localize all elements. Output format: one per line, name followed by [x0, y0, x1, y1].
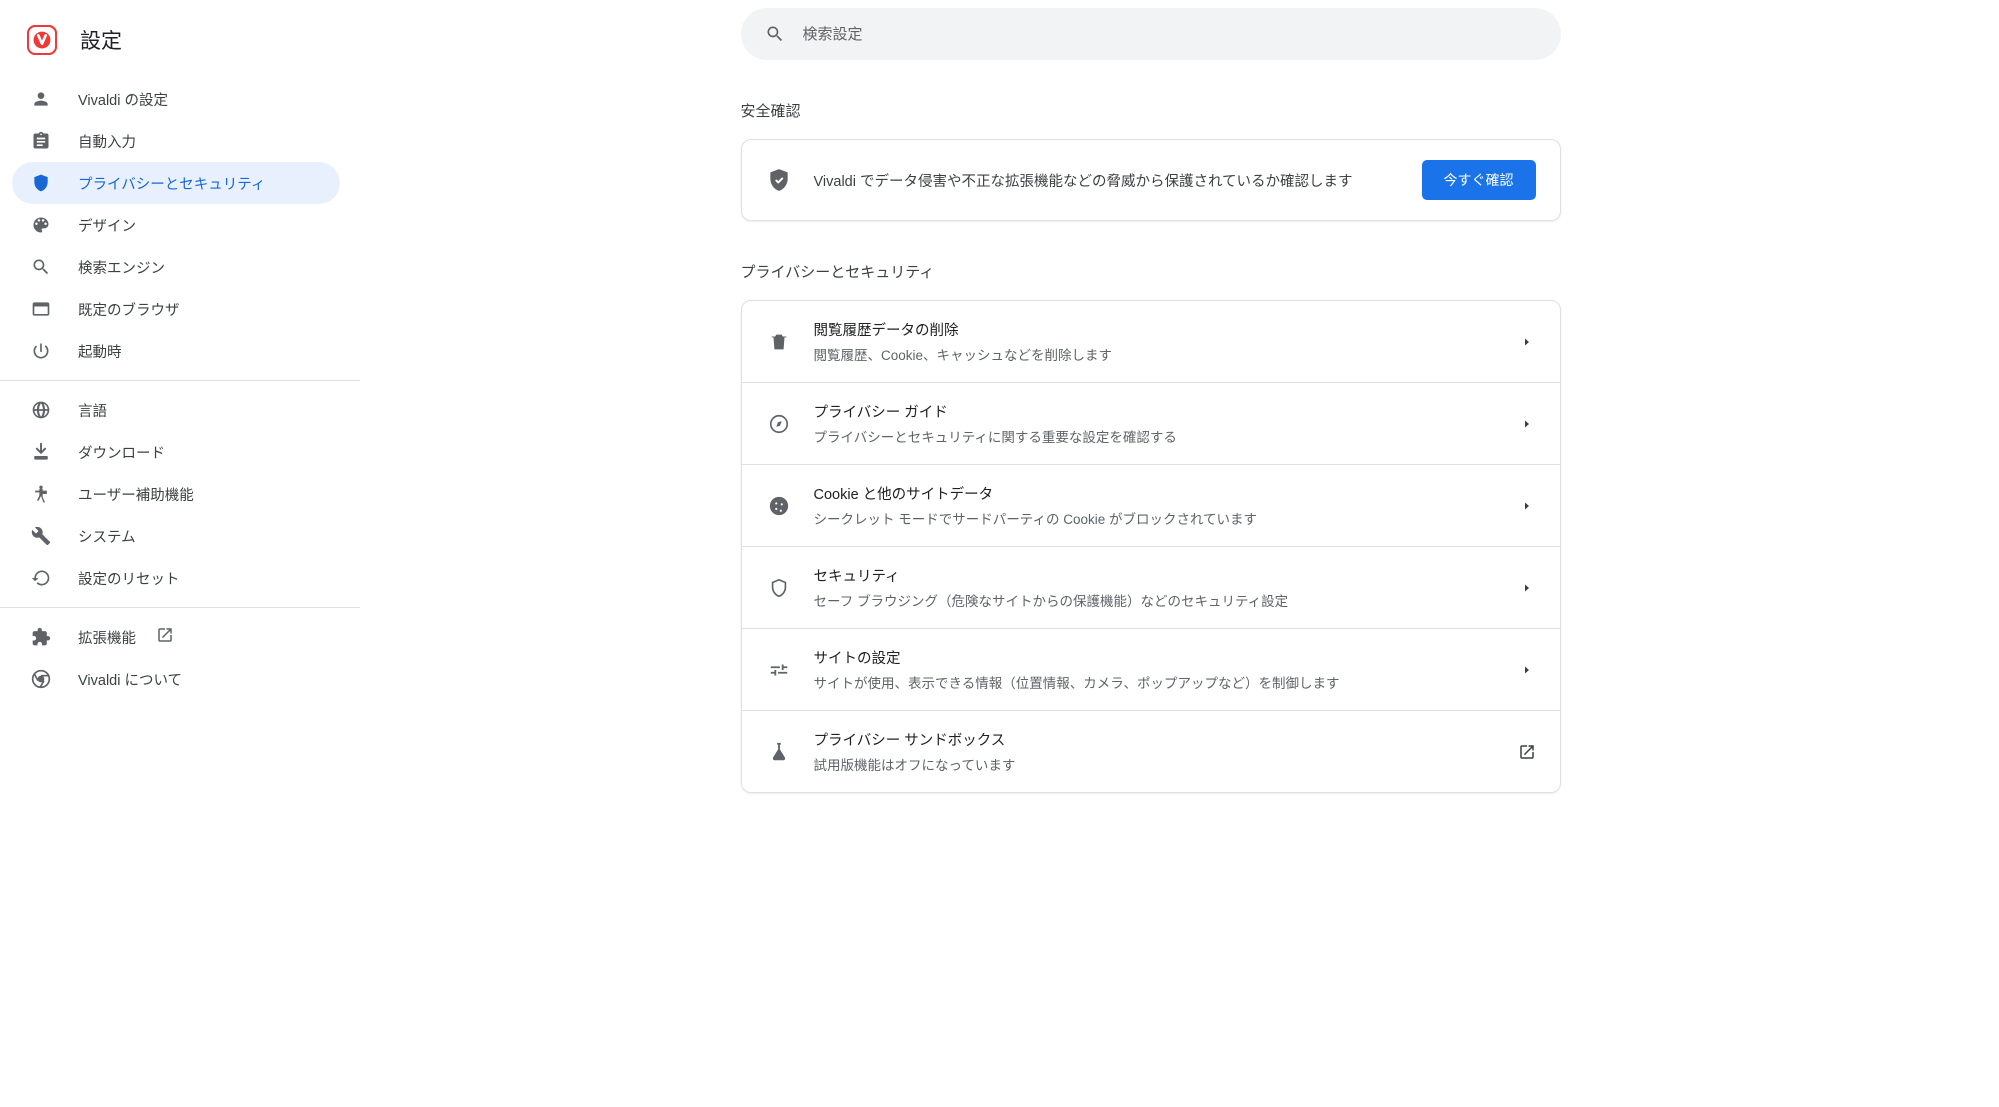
sidebar-item-about-vivaldi[interactable]: Vivaldi について — [0, 658, 340, 700]
row-subtitle: セーフ ブラウジング（危険なサイトからの保護機能）などのセキュリティ設定 — [814, 590, 1496, 610]
row-subtitle: サイトが使用、表示できる情報（位置情報、カメラ、ポップアップなど）を制御します — [814, 672, 1496, 692]
search-icon — [765, 24, 785, 44]
browser-window-icon — [30, 298, 52, 320]
open-in-new-icon — [1518, 743, 1536, 761]
sidebar-item-privacy[interactable]: プライバシーとセキュリティ — [12, 162, 340, 204]
sidebar-item-label: 言語 — [78, 400, 107, 421]
privacy-row-sandbox[interactable]: プライバシー サンドボックス 試用版機能はオフになっています — [742, 710, 1560, 792]
sidebar-item-extensions[interactable]: 拡張機能 — [0, 616, 340, 658]
wrench-icon — [30, 525, 52, 547]
row-title: プライバシー ガイド — [814, 401, 1496, 422]
row-title: 閲覧履歴データの削除 — [814, 319, 1496, 340]
flask-icon — [766, 739, 792, 765]
privacy-row-site-settings[interactable]: サイトの設定 サイトが使用、表示できる情報（位置情報、カメラ、ポップアップなど）… — [742, 628, 1560, 710]
trash-icon — [766, 329, 792, 355]
sidebar-item-default-browser[interactable]: 既定のブラウザ — [0, 288, 340, 330]
check-now-button[interactable]: 今すぐ確認 — [1422, 160, 1536, 200]
search-input[interactable] — [803, 26, 1537, 43]
sidebar-item-label: 起動時 — [78, 341, 122, 362]
search-box[interactable] — [741, 8, 1561, 60]
shield-check-icon — [766, 167, 792, 193]
row-subtitle: シークレット モードでサードパーティの Cookie がブロックされています — [814, 508, 1496, 528]
chevron-right-icon — [1518, 497, 1536, 515]
sidebar-item-label: 自動入力 — [78, 131, 136, 152]
privacy-row-clear-data[interactable]: 閲覧履歴データの削除 閲覧履歴、Cookie、キャッシュなどを削除します — [742, 301, 1560, 382]
chrome-icon — [30, 668, 52, 690]
sidebar-item-label: ユーザー補助機能 — [78, 484, 194, 505]
safety-section-header: 安全確認 — [741, 100, 1561, 121]
tune-icon — [766, 657, 792, 683]
sidebar-item-download[interactable]: ダウンロード — [0, 431, 340, 473]
chevron-right-icon — [1518, 415, 1536, 433]
sidebar-item-label: システム — [78, 526, 136, 547]
safety-description: Vivaldi でデータ侵害や不正な拡張機能などの脅威から保護されているか確認し… — [814, 170, 1400, 191]
row-subtitle: 閲覧履歴、Cookie、キャッシュなどを削除します — [814, 344, 1496, 364]
sidebar-item-vivaldi-settings[interactable]: Vivaldi の設定 — [0, 78, 340, 120]
sidebar-item-reset[interactable]: 設定のリセット — [0, 557, 340, 599]
shield-icon — [30, 172, 52, 194]
sidebar-item-label: 拡張機能 — [78, 627, 136, 648]
sidebar: 設定 Vivaldi の設定 自動入力 プライバシーとセキュリティ デザイン — [0, 0, 360, 1107]
privacy-row-privacy-guide[interactable]: プライバシー ガイド プライバシーとセキュリティに関する重要な設定を確認する — [742, 382, 1560, 464]
cookie-icon — [766, 493, 792, 519]
row-subtitle: プライバシーとセキュリティに関する重要な設定を確認する — [814, 426, 1496, 446]
sidebar-group-footer: 拡張機能 Vivaldi について — [0, 616, 360, 708]
privacy-row-security[interactable]: セキュリティ セーフ ブラウジング（危険なサイトからの保護機能）などのセキュリテ… — [742, 546, 1560, 628]
sidebar-item-accessibility[interactable]: ユーザー補助機能 — [0, 473, 340, 515]
row-title: サイトの設定 — [814, 647, 1496, 668]
safety-section: 安全確認 Vivaldi でデータ侵害や不正な拡張機能などの脅威から保護されてい… — [741, 100, 1561, 221]
open-in-new-icon — [156, 626, 174, 648]
sidebar-group-advanced: 言語 ダウンロード ユーザー補助機能 システム 設定のリセット — [0, 389, 360, 608]
sidebar-item-system[interactable]: システム — [0, 515, 340, 557]
sidebar-header: 設定 — [0, 14, 360, 78]
safety-row: Vivaldi でデータ侵害や不正な拡張機能などの脅威から保護されているか確認し… — [742, 140, 1560, 220]
privacy-section: プライバシーとセキュリティ 閲覧履歴データの削除 閲覧履歴、Cookie、キャッ… — [741, 261, 1561, 793]
sidebar-item-search-engine[interactable]: 検索エンジン — [0, 246, 340, 288]
page-title: 設定 — [80, 25, 122, 55]
sidebar-item-design[interactable]: デザイン — [0, 204, 340, 246]
safety-card: Vivaldi でデータ侵害や不正な拡張機能などの脅威から保護されているか確認し… — [741, 139, 1561, 221]
row-title: セキュリティ — [814, 565, 1496, 586]
person-icon — [30, 88, 52, 110]
sidebar-item-language[interactable]: 言語 — [0, 389, 340, 431]
download-icon — [30, 441, 52, 463]
palette-icon — [30, 214, 52, 236]
globe-icon — [30, 399, 52, 421]
main: 安全確認 Vivaldi でデータ侵害や不正な拡張機能などの脅威から保護されてい… — [360, 0, 1999, 1107]
privacy-section-header: プライバシーとセキュリティ — [741, 261, 1561, 282]
sidebar-item-label: 設定のリセット — [78, 568, 180, 589]
sidebar-item-autofill[interactable]: 自動入力 — [0, 120, 340, 162]
sidebar-item-label: 検索エンジン — [78, 257, 165, 278]
sidebar-item-label: ダウンロード — [78, 442, 165, 463]
accessibility-icon — [30, 483, 52, 505]
sidebar-item-label: 既定のブラウザ — [78, 299, 180, 320]
clipboard-icon — [30, 130, 52, 152]
power-icon — [30, 340, 52, 362]
vivaldi-logo-icon — [26, 24, 58, 56]
chevron-right-icon — [1518, 333, 1536, 351]
chevron-right-icon — [1518, 579, 1536, 597]
sidebar-item-label: プライバシーとセキュリティ — [78, 173, 265, 194]
restore-icon — [30, 567, 52, 589]
search-icon — [30, 256, 52, 278]
row-title: Cookie と他のサイトデータ — [814, 483, 1496, 504]
sidebar-item-label: Vivaldi の設定 — [78, 89, 168, 110]
row-subtitle: 試用版機能はオフになっています — [814, 754, 1496, 774]
sidebar-item-label: デザイン — [78, 215, 136, 236]
row-title: プライバシー サンドボックス — [814, 729, 1496, 750]
shield-outline-icon — [766, 575, 792, 601]
extension-icon — [30, 626, 52, 648]
sidebar-item-startup[interactable]: 起動時 — [0, 330, 340, 372]
privacy-row-cookies[interactable]: Cookie と他のサイトデータ シークレット モードでサードパーティの Coo… — [742, 464, 1560, 546]
chevron-right-icon — [1518, 661, 1536, 679]
sidebar-group-main: Vivaldi の設定 自動入力 プライバシーとセキュリティ デザイン 検索エン — [0, 78, 360, 381]
privacy-card: 閲覧履歴データの削除 閲覧履歴、Cookie、キャッシュなどを削除します プライ… — [741, 300, 1561, 793]
sidebar-item-label: Vivaldi について — [78, 669, 182, 690]
compass-icon — [766, 411, 792, 437]
